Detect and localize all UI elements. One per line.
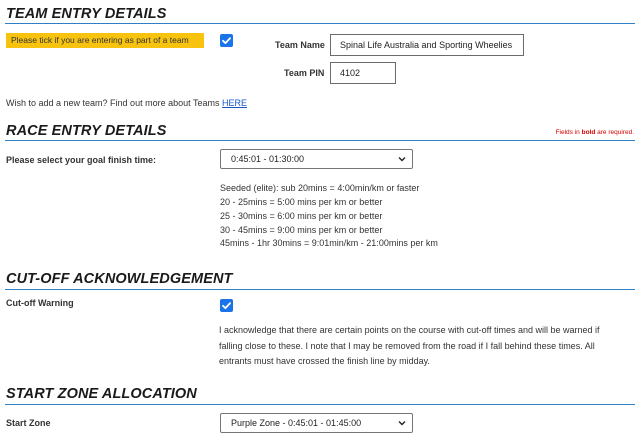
- required-note-prefix: Fields in: [555, 129, 580, 136]
- team-pin-label: Team PIN: [284, 68, 325, 78]
- team-entry-divider: [5, 23, 635, 24]
- new-team-prompt: Wish to add a new team? Find out more ab…: [6, 98, 220, 108]
- pace-line: 45mins - 1hr 30mins = 9:01min/km - 21:00…: [220, 238, 438, 248]
- teams-info-link[interactable]: HERE: [222, 98, 247, 108]
- start-zone-title: START ZONE ALLOCATION: [6, 386, 197, 402]
- start-zone-label: Start Zone: [6, 418, 51, 428]
- goal-time-value: 0:45:01 - 01:30:00: [231, 154, 305, 164]
- new-team-text: Wish to add a new team? Find out more ab…: [6, 98, 247, 108]
- required-note-suffix: are required.: [597, 129, 634, 136]
- goal-time-label: Please select your goal finish time:: [6, 155, 157, 165]
- team-pin-input[interactable]: 4102: [330, 62, 396, 84]
- cutoff-divider: [5, 289, 635, 290]
- chevron-down-icon: [398, 421, 406, 426]
- cutoff-acknowledgement-text: I acknowledge that there are certain poi…: [219, 325, 600, 366]
- cutoff-warning-label: Cut-off Warning: [6, 298, 74, 308]
- team-notice: Please tick if you are entering as part …: [6, 33, 204, 48]
- race-entry-title: RACE ENTRY DETAILS: [6, 123, 167, 139]
- team-checkbox[interactable]: [220, 34, 233, 47]
- required-note-bold: bold: [581, 129, 596, 136]
- pace-line: 30 - 45mins = 9:00 mins per km or better: [220, 225, 383, 235]
- team-entry-title: TEAM ENTRY DETAILS: [6, 6, 167, 22]
- chevron-down-icon: [398, 157, 406, 162]
- cutoff-checkbox[interactable]: [220, 299, 233, 312]
- required-fields-note: Fields in bold are required.: [556, 129, 634, 136]
- pace-line: 20 - 25mins = 5:00 mins per km or better: [220, 197, 383, 207]
- race-entry-divider: [5, 140, 635, 141]
- pace-line: Seeded (elite): sub 20mins = 4:00min/km …: [220, 183, 420, 193]
- team-name-label: Team Name: [275, 40, 325, 50]
- checkmark-icon: [222, 37, 231, 44]
- goal-time-select[interactable]: 0:45:01 - 01:30:00: [220, 149, 413, 169]
- cutoff-title: CUT-OFF ACKNOWLEDGEMENT: [6, 271, 233, 287]
- team-name-input[interactable]: Spinal Life Australia and Sporting Wheel…: [330, 34, 524, 56]
- start-zone-divider: [5, 404, 635, 405]
- checkmark-icon: [222, 302, 231, 309]
- start-zone-select[interactable]: Purple Zone - 0:45:01 - 01:45:00: [220, 413, 413, 433]
- start-zone-value: Purple Zone - 0:45:01 - 01:45:00: [231, 418, 362, 428]
- pace-line: 25 - 30mins = 6:00 mins per km or better: [220, 211, 383, 221]
